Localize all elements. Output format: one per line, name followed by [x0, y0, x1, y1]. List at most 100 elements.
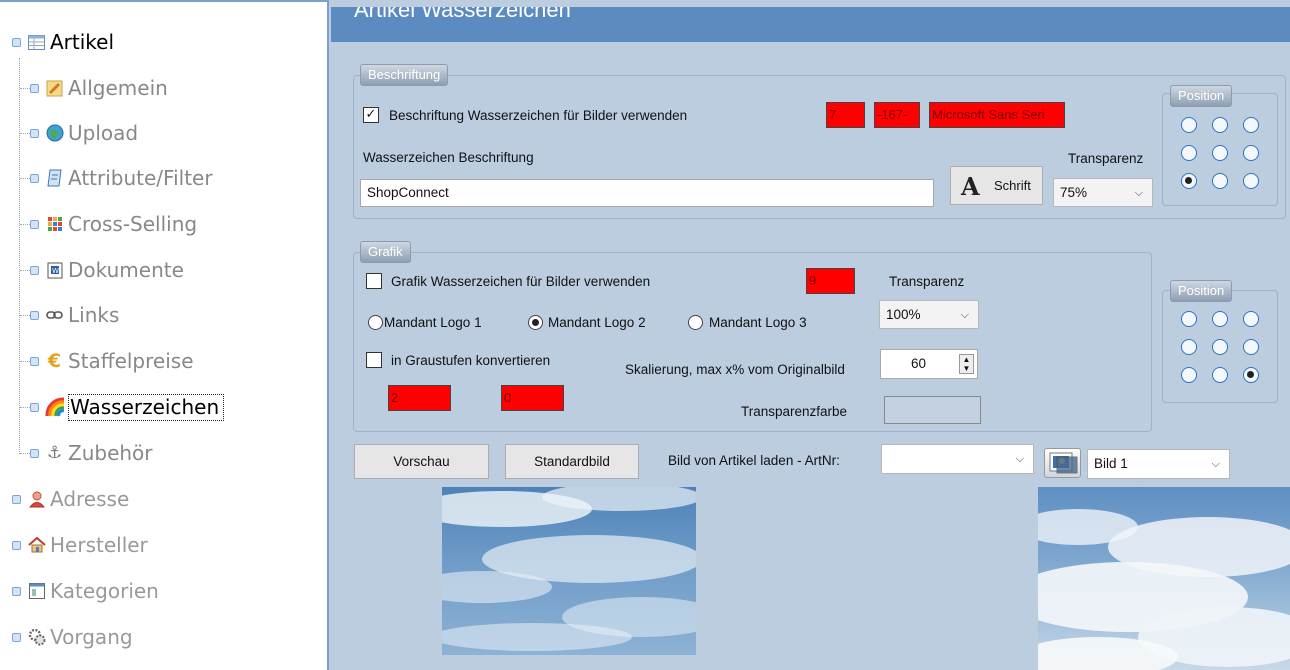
grafik-position-radio-7[interactable]	[1181, 367, 1197, 383]
collapse-toggle-icon[interactable]	[12, 37, 21, 47]
tree-node-box-icon	[30, 448, 39, 458]
tree-node-cross-selling[interactable]: Cross-Selling	[30, 209, 197, 239]
navigation-tree: Artikel Allgemein Upload Attribute/Filte…	[0, 0, 329, 670]
tree-node-artikel[interactable]: Artikel	[12, 27, 114, 57]
person-icon	[27, 490, 46, 509]
tree-node-label: Staffelpreise	[68, 349, 194, 373]
red-font-field: Microsoft Sans Seri	[929, 102, 1065, 128]
expand-toggle-icon[interactable]	[12, 586, 21, 596]
checkmark-icon: ✓	[365, 107, 377, 122]
beschriftung-position-radio-3[interactable]	[1243, 117, 1259, 133]
grafik-position-radio-1[interactable]	[1181, 311, 1197, 327]
logo-2-label: Mandant Logo 2	[548, 315, 646, 330]
tree-node-label: Zubehör	[68, 441, 153, 465]
beschriftung-position-radio-1[interactable]	[1181, 117, 1197, 133]
schrift-button-label: Schrift	[994, 178, 1031, 193]
grafik-position-radio-5[interactable]	[1212, 339, 1228, 355]
photo-icon[interactable]	[1044, 448, 1081, 478]
tree-node-label: Artikel	[50, 30, 115, 54]
tree-node-box-icon	[30, 402, 39, 412]
red-debug-field: 2	[388, 385, 451, 411]
tree-node-wasserzeichen[interactable]: Wasserzeichen	[30, 392, 225, 422]
grid-icon	[45, 215, 64, 234]
beschriftung-transparenz-select[interactable]: 75% ⌵	[1053, 178, 1153, 207]
anchor-icon: ⚓	[46, 443, 63, 463]
grafik-position-radio-6[interactable]	[1243, 339, 1259, 355]
select-value: Bild 1	[1094, 456, 1128, 471]
beschriftung-use-label: Beschriftung Wasserzeichen für Bilder ve…	[389, 108, 688, 123]
tree-node-zubehoer[interactable]: ⚓ Zubehör	[30, 438, 153, 468]
beschriftung-use-checkbox[interactable]: ✓	[363, 107, 379, 123]
grafik-position-radio-3[interactable]	[1243, 311, 1259, 327]
gears-icon	[27, 628, 46, 647]
tree-node-label: Dokumente	[68, 258, 184, 282]
beschriftung-position-radio-4[interactable]	[1181, 145, 1197, 161]
grafik-position-radio-8[interactable]	[1212, 367, 1228, 383]
schrift-button[interactable]: A Schrift	[950, 166, 1043, 205]
grafik-position-radio-4[interactable]	[1181, 339, 1197, 355]
red-debug-field: 7	[826, 102, 865, 128]
tree-connector-line	[20, 133, 30, 134]
tree-node-label: Links	[68, 303, 120, 327]
standardbild-button[interactable]: Standardbild	[505, 444, 639, 479]
tree-node-allgemein[interactable]: Allgemein	[30, 73, 168, 103]
beschriftung-position-radio-2[interactable]	[1212, 117, 1228, 133]
tree-node-dokumente[interactable]: W Dokumente	[30, 255, 184, 285]
vorschau-button[interactable]: Vorschau	[354, 444, 489, 479]
expand-toggle-icon[interactable]	[12, 494, 21, 504]
wasserzeichen-text-input[interactable]: ShopConnect	[360, 179, 934, 207]
expand-toggle-icon[interactable]	[12, 540, 21, 550]
beschriftung-position-radio-8[interactable]	[1212, 173, 1228, 189]
stepper-arrows-icon[interactable]: ▲ ▼	[959, 354, 974, 374]
grafik-legend: Grafik	[360, 241, 411, 263]
bild-select[interactable]: Bild 1 ⌵	[1087, 449, 1230, 479]
globe-icon	[45, 124, 64, 143]
artnr-label: Bild von Artikel laden - ArtNr:	[668, 453, 840, 468]
tree-node-attribute-filter[interactable]: Attribute/Filter	[30, 163, 213, 193]
preview-image-watermarked	[1038, 487, 1290, 670]
transparenzfarbe-swatch[interactable]	[884, 396, 981, 424]
tree-node-box-icon	[30, 265, 39, 275]
tree-node-adresse[interactable]: Adresse	[12, 484, 129, 514]
tree-node-kategorien[interactable]: Kategorien	[12, 576, 159, 606]
beschriftung-transparenz-label: Transparenz	[1068, 151, 1144, 166]
tree-node-hersteller[interactable]: Hersteller	[12, 530, 148, 560]
beschriftung-position-radio-9[interactable]	[1243, 173, 1259, 189]
graustufen-label: in Graustufen konvertieren	[391, 353, 551, 368]
logo-1-radio[interactable]	[368, 315, 383, 330]
window-icon	[27, 582, 46, 601]
logo-3-label: Mandant Logo 3	[709, 315, 807, 330]
grafik-use-checkbox[interactable]	[366, 273, 382, 289]
grafik-position-radio-9[interactable]	[1243, 367, 1259, 383]
expand-toggle-icon[interactable]	[12, 632, 21, 642]
skalierung-stepper[interactable]: 60 ▲ ▼	[880, 349, 978, 379]
artnr-select[interactable]: ⌵	[881, 444, 1034, 474]
tree-node-links[interactable]: Links	[30, 300, 119, 330]
tree-node-label: Wasserzeichen	[68, 393, 225, 421]
grafik-position-radio-2[interactable]	[1212, 311, 1228, 327]
tree-node-vorgang[interactable]: Vorgang	[12, 622, 133, 652]
tree-node-upload[interactable]: Upload	[30, 118, 138, 148]
graustufen-checkbox[interactable]	[366, 352, 382, 368]
beschriftung-position-radio-7[interactable]	[1181, 173, 1197, 189]
grafik-transparenz-select[interactable]: 100% ⌵	[879, 300, 979, 329]
beschriftung-position-radio-5[interactable]	[1212, 145, 1228, 161]
wasserzeichen-panel: Artikel Wasserzeichen Beschriftung ✓ Bes…	[331, 0, 1290, 670]
chevron-down-icon: ⌵	[960, 309, 969, 321]
tree-node-staffelpreise[interactable]: € Staffelpreise	[30, 346, 194, 376]
tree-node-label: Allgemein	[68, 76, 168, 100]
tree-node-label: Hersteller	[50, 533, 148, 557]
tree-connector-line	[20, 224, 30, 225]
skalierung-label: Skalierung, max x% vom Originalbild	[625, 362, 845, 377]
tree-node-label: Attribute/Filter	[68, 166, 213, 190]
euro-icon: €	[47, 350, 62, 372]
tree-node-box-icon	[30, 310, 39, 320]
beschriftung-position-radio-6[interactable]	[1243, 145, 1259, 161]
pencil-icon	[45, 79, 64, 98]
chevron-down-icon: ⌵	[1015, 453, 1024, 465]
select-value: 75%	[1060, 185, 1088, 200]
logo-2-radio[interactable]	[528, 315, 543, 330]
tree-node-label: Kategorien	[50, 579, 159, 603]
logo-3-radio[interactable]	[688, 315, 703, 330]
chevron-down-icon: ⌵	[1134, 187, 1143, 199]
